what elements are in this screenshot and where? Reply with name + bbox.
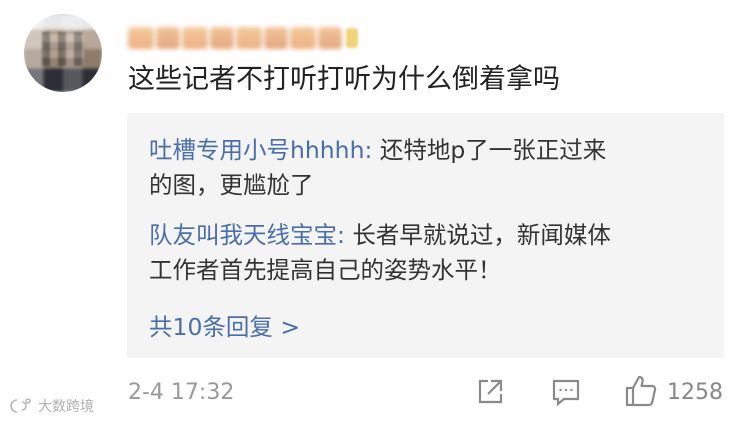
watermark-text: 大数跨境 <box>38 399 94 415</box>
share-icon <box>478 379 503 404</box>
user-badge-icon <box>346 28 358 48</box>
reply-author[interactable]: 吐槽专用小号hhhhh <box>149 136 364 164</box>
reply-text-line1: 长者早就说过，新闻媒体 <box>352 221 611 249</box>
like-button[interactable] <box>625 373 657 407</box>
reply-item[interactable]: 吐槽专用小号hhhhh: 还特地p了一张正过来 的图，更尴尬了 <box>149 133 709 203</box>
reply-separator: : <box>337 221 353 249</box>
view-more-replies-link[interactable]: 共10条回复 > <box>149 310 300 345</box>
comment-text: 这些记者不打听打听为什么倒着拿吗 <box>128 64 560 95</box>
reply-text-line2: 工作者首先提高自己的姿势水平！ <box>149 256 502 284</box>
comment-username-blurred[interactable] <box>128 26 358 50</box>
watermark: 大数跨境 <box>8 396 94 416</box>
comment-icon <box>552 379 580 407</box>
share-button[interactable] <box>476 378 504 406</box>
reply-item[interactable]: 队友叫我天线宝宝: 长者早就说过，新闻媒体 工作者首先提高自己的姿势水平！ <box>149 218 709 288</box>
reply-separator: : <box>364 136 380 164</box>
username-mosaic <box>128 27 342 49</box>
reply-text-line2: 的图，更尴尬了 <box>149 171 314 199</box>
comment-avatar[interactable] <box>24 14 102 92</box>
comment-timestamp: 2-4 17:32 <box>128 380 235 405</box>
replies-box: 吐槽专用小号hhhhh: 还特地p了一张正过来 的图，更尴尬了 队友叫我天线宝宝… <box>127 113 724 358</box>
reply-text-line1: 还特地p了一张正过来 <box>379 136 607 164</box>
reply-author[interactable]: 队友叫我天线宝宝 <box>149 221 337 249</box>
thumbs-up-icon <box>625 375 657 407</box>
watermark-logo-icon <box>10 398 31 413</box>
avatar-pixelated-face <box>42 32 84 66</box>
like-count: 1258 <box>667 380 723 405</box>
comment-button[interactable] <box>552 378 580 407</box>
